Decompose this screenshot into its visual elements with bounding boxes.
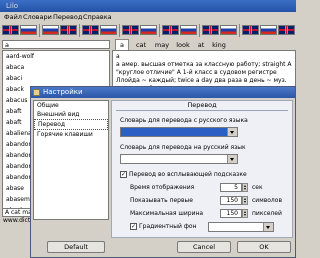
tab-cat[interactable]: cat xyxy=(134,40,148,50)
menu-bar: Файл Словари Перевод Справка xyxy=(0,12,296,23)
toolbar-separator xyxy=(79,24,80,37)
gradient-color-select[interactable] xyxy=(208,222,274,232)
display-time-stepper[interactable] xyxy=(242,183,248,192)
list-item[interactable]: aard-wolf xyxy=(3,51,109,62)
translation-settings-panel: Перевод Словарь для перевода с русского … xyxy=(111,100,293,238)
tab-king[interactable]: king xyxy=(211,40,227,50)
show-first-label: Показывать первые xyxy=(130,197,193,204)
max-width-unit: пикселей xyxy=(252,210,282,217)
article-headword: a xyxy=(116,53,120,60)
uk-flag-icon[interactable] xyxy=(82,25,99,35)
category-translation[interactable]: Перевод xyxy=(34,119,108,130)
dialog-title-bar[interactable]: Настройки xyxy=(31,87,295,98)
show-first-input[interactable]: 150 xyxy=(220,196,242,205)
toolbar-separator xyxy=(159,24,160,37)
uk-flag-icon[interactable] xyxy=(242,25,259,35)
ru-flag-icon[interactable] xyxy=(100,25,117,35)
menu-translation[interactable]: Перевод xyxy=(53,13,82,21)
popup-translation-label: Перевод во всплывающей подсказке xyxy=(129,171,247,178)
menu-file[interactable]: Файл xyxy=(4,13,22,21)
max-width-stepper[interactable] xyxy=(242,209,248,218)
popup-translation-checkbox[interactable]: ✓ xyxy=(120,171,127,178)
ru-flag-icon[interactable] xyxy=(20,25,37,35)
uk-flag-icon[interactable] xyxy=(2,25,19,35)
tab-at[interactable]: at xyxy=(196,40,206,50)
show-first-unit: символов xyxy=(252,197,282,204)
max-width-label: Максимальная ширина xyxy=(130,210,204,217)
settings-category-list[interactable]: Общие Внешний вид Перевод Горячие клавиш… xyxy=(33,100,109,220)
dictionary-toolbar xyxy=(0,23,296,39)
menu-dictionaries[interactable]: Словари xyxy=(23,13,52,21)
ru-flag-icon[interactable] xyxy=(42,25,59,35)
tab-may[interactable]: may xyxy=(154,40,170,50)
menu-help[interactable]: Справка xyxy=(83,13,112,21)
uk-flag-icon[interactable] xyxy=(60,25,77,35)
dialog-title: Настройки xyxy=(43,88,83,96)
from-russian-dictionary-select[interactable] xyxy=(120,127,238,137)
chevron-down-icon[interactable] xyxy=(227,128,237,136)
search-input[interactable]: a xyxy=(2,40,110,49)
ru-flag-icon[interactable] xyxy=(140,25,157,35)
toolbar-separator xyxy=(239,24,240,37)
toolbar-separator xyxy=(199,24,200,37)
ru-flag-icon[interactable] xyxy=(180,25,197,35)
status-phrase: A cat may loo xyxy=(2,208,32,217)
show-first-stepper[interactable] xyxy=(242,196,248,205)
to-russian-dictionary-select[interactable] xyxy=(120,154,238,164)
display-time-label: Время отображения xyxy=(130,184,195,191)
toolbar-separator xyxy=(39,24,40,37)
uk-flag-icon[interactable] xyxy=(202,25,219,35)
from-russian-label: Словарь для перевода с русского языка xyxy=(120,117,248,124)
uk-flag-icon[interactable] xyxy=(162,25,179,35)
list-item[interactable]: abaca xyxy=(3,62,109,73)
chevron-down-icon[interactable] xyxy=(227,155,237,163)
tab-look[interactable]: look xyxy=(175,40,191,50)
gradient-background-checkbox[interactable]: ✓ xyxy=(130,223,137,230)
display-time-input[interactable]: 5 xyxy=(220,183,242,192)
category-appearance[interactable]: Внешний вид xyxy=(34,110,108,119)
max-width-input[interactable]: 150 xyxy=(220,209,242,218)
category-general[interactable]: Общие xyxy=(34,101,108,110)
default-button[interactable]: Default xyxy=(47,241,105,253)
window-title: Lilo xyxy=(6,2,19,10)
ru-flag-icon[interactable] xyxy=(260,25,277,35)
cancel-button[interactable]: Cancel xyxy=(177,241,231,253)
panel-divider xyxy=(116,110,288,111)
settings-dialog: Настройки Общие Внешний вид Перевод Горя… xyxy=(30,86,296,258)
ok-button[interactable]: OK xyxy=(237,241,291,253)
article-view: a a амер. высшая отметка за классную раб… xyxy=(112,50,296,90)
uk-flag-icon[interactable] xyxy=(278,25,295,35)
category-hotkeys[interactable]: Горячие клавиши xyxy=(34,130,108,139)
settings-icon xyxy=(33,89,40,96)
gradient-background-label: Градиентный фон xyxy=(139,223,197,230)
toolbar-separator xyxy=(119,24,120,37)
ru-flag-icon[interactable] xyxy=(220,25,237,35)
uk-flag-icon[interactable] xyxy=(122,25,139,35)
word-tabs: a cat may look at king xyxy=(112,39,296,51)
display-time-unit: сек xyxy=(252,184,263,191)
chevron-down-icon[interactable] xyxy=(263,223,273,231)
list-item[interactable]: abaci xyxy=(3,73,109,84)
to-russian-label: Словарь для перевода на русский язык xyxy=(120,144,246,151)
title-bar: Lilo xyxy=(0,0,296,12)
panel-heading: Перевод xyxy=(187,101,217,109)
